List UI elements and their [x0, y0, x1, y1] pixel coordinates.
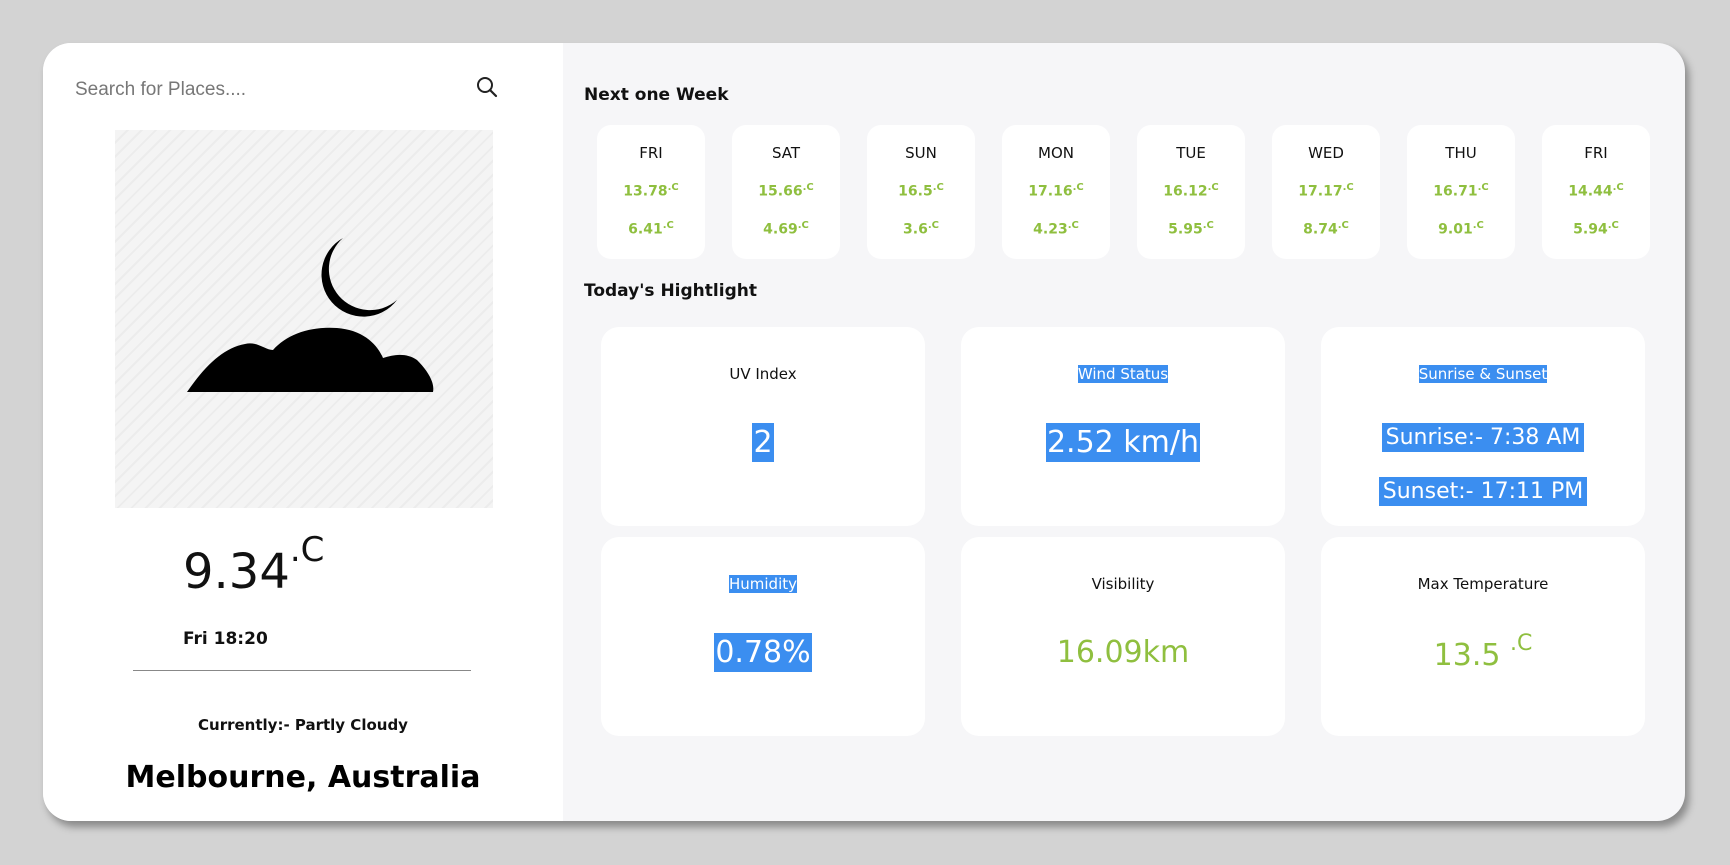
weather-app: 9.34.C Fri 18:20 Currently:- Partly Clou…: [43, 43, 1685, 821]
highlight-section-title: Today's Hightlight: [584, 281, 757, 301]
day-max-temp: 14.44.C: [1568, 182, 1624, 200]
current-datetime: Fri 18:20: [183, 629, 268, 649]
day-card: SAT 15.66.C 4.69.C: [732, 125, 840, 259]
humidity-label: Humidity: [728, 575, 797, 593]
day-card: SUN 16.5.C 3.6.C: [867, 125, 975, 259]
day-name: THU: [1445, 144, 1477, 162]
day-card: THU 16.71.C 9.01.C: [1407, 125, 1515, 259]
day-min-temp: 5.95.C: [1168, 219, 1214, 238]
day-card: TUE 16.12.C 5.95.C: [1137, 125, 1245, 259]
day-min-temp: 4.69.C: [763, 219, 809, 238]
max-temperature-card: Max Temperature 13.5 .C: [1321, 537, 1645, 736]
wind-status-value: 2.52 km/h: [1045, 423, 1201, 462]
day-name: TUE: [1176, 144, 1206, 162]
day-max-temp: 13.78.C: [623, 182, 679, 200]
moon-cloud-icon: [115, 130, 493, 508]
search-icon[interactable]: [475, 75, 499, 99]
current-temp-value: 9.34: [183, 544, 290, 600]
day-min-temp: 5.94.C: [1573, 219, 1619, 238]
day-min-temp: 3.6.C: [903, 219, 939, 238]
day-min-temp: 4.23.C: [1033, 219, 1079, 238]
sunrise-time: Sunrise:- 7:38 AM: [1321, 423, 1645, 452]
uv-index-card: UV Index 2: [601, 327, 925, 526]
day-max-temp: 17.17.C: [1298, 182, 1354, 200]
max-temperature-label: Max Temperature: [1417, 575, 1549, 593]
visibility-value: 16.09km: [1056, 635, 1190, 670]
humidity-value: 0.78%: [714, 633, 812, 672]
day-name: FRI: [639, 144, 663, 162]
day-card: FRI 13.78.C 6.41.C: [597, 125, 705, 259]
search-input[interactable]: [75, 73, 455, 107]
day-name: SAT: [771, 144, 801, 162]
day-name: SUN: [905, 144, 937, 162]
day-max-temp: 16.12.C: [1163, 182, 1219, 200]
day-max-temp: 16.71.C: [1433, 182, 1489, 200]
humidity-card: Humidity 0.78%: [601, 537, 925, 736]
week-section-title: Next one Week: [584, 85, 729, 105]
divider: [133, 670, 471, 671]
sunrise-sunset-card: Sunrise & Sunset Sunrise:- 7:38 AM Sunse…: [1321, 327, 1645, 526]
day-name: MON: [1038, 144, 1074, 162]
uv-index-label: UV Index: [729, 365, 797, 383]
day-max-temp: 15.66.C: [758, 182, 814, 200]
day-name: FRI: [1584, 144, 1608, 162]
uv-index-value: 2: [752, 423, 774, 462]
current-temperature: 9.34.C: [183, 530, 324, 600]
day-min-temp: 6.41.C: [628, 219, 674, 238]
location-name: Melbourne, Australia: [125, 760, 481, 795]
day-min-temp: 8.74.C: [1303, 219, 1349, 238]
day-min-temp: 9.01.C: [1438, 219, 1484, 238]
day-max-temp: 16.5.C: [898, 182, 944, 200]
current-weather-panel: 9.34.C Fri 18:20 Currently:- Partly Clou…: [43, 43, 563, 821]
sunset-time: Sunset:- 17:11 PM: [1321, 477, 1645, 506]
day-name: WED: [1308, 144, 1344, 162]
day-max-temp: 17.16.C: [1028, 182, 1084, 200]
wind-status-label: Wind Status: [1077, 365, 1169, 383]
forecast-panel: Next one Week FRI 13.78.C 6.41.C SAT 15.…: [563, 43, 1685, 821]
current-temp-unit: .C: [289, 530, 325, 570]
visibility-label: Visibility: [1091, 575, 1155, 593]
highlights-grid: UV Index 2 Wind Status 2.52 km/h Sunrise…: [601, 327, 1645, 736]
sunrise-sunset-label: Sunrise & Sunset: [1418, 365, 1548, 383]
current-condition: Currently:- Partly Cloudy: [198, 716, 408, 734]
visibility-card: Visibility 16.09km: [961, 537, 1285, 736]
week-forecast-row: FRI 13.78.C 6.41.C SAT 15.66.C 4.69.C SU…: [597, 125, 1650, 259]
day-card: MON 17.16.C 4.23.C: [1002, 125, 1110, 259]
max-temperature-value: 13.5 .C: [1433, 631, 1533, 673]
wind-status-card: Wind Status 2.52 km/h: [961, 327, 1285, 526]
day-card: WED 17.17.C 8.74.C: [1272, 125, 1380, 259]
day-card: FRI 14.44.C 5.94.C: [1542, 125, 1650, 259]
